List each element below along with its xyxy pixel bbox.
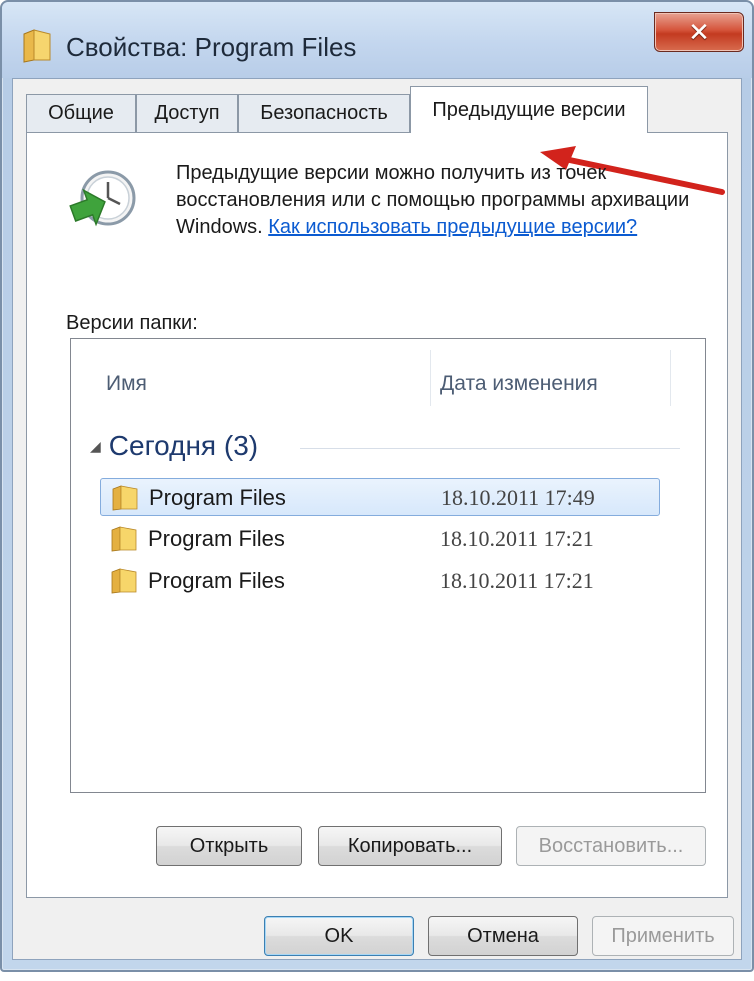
column-header-date[interactable]: Дата изменения xyxy=(440,372,598,396)
cancel-button[interactable]: Отмена xyxy=(428,916,578,956)
group-header-today[interactable]: ◢ Сегодня (3) xyxy=(90,430,258,462)
ok-button[interactable]: OK xyxy=(264,916,414,956)
copy-button[interactable]: Копировать... xyxy=(318,826,502,866)
list-item[interactable]: Program Files 18.10.2011 17:21 xyxy=(100,562,660,600)
close-button[interactable]: ✕ xyxy=(654,12,744,52)
item-date: 18.10.2011 17:21 xyxy=(440,526,594,551)
window-title: Свойства: Program Files xyxy=(66,32,357,62)
tab-security[interactable]: Безопасность xyxy=(238,94,410,132)
restore-button[interactable]: Восстановить... xyxy=(516,826,706,866)
column-divider[interactable] xyxy=(670,350,671,406)
folder-icon xyxy=(111,526,137,552)
column-header-name[interactable]: Имя xyxy=(106,372,147,396)
tab-previous-versions[interactable]: Предыдущие версии xyxy=(410,86,648,133)
tab-general[interactable]: Общие xyxy=(26,94,136,132)
item-name: Program Files xyxy=(148,526,285,551)
collapse-triangle-icon[interactable]: ◢ xyxy=(90,438,101,455)
list-item[interactable]: Program Files 18.10.2011 17:49 xyxy=(100,478,660,516)
open-button[interactable]: Открыть xyxy=(156,826,302,866)
group-divider xyxy=(300,448,680,449)
close-icon: ✕ xyxy=(688,16,710,47)
title-bar[interactable]: Свойства: Program Files ✕ xyxy=(2,2,752,78)
folder-versions-label: Версии папки: xyxy=(66,312,198,334)
apply-button[interactable]: Применить xyxy=(592,916,734,956)
item-date: 18.10.2011 17:49 xyxy=(441,485,595,510)
how-to-use-previous-versions-link[interactable]: Как использовать предыдущие версии? xyxy=(268,216,637,238)
column-divider[interactable] xyxy=(430,350,431,406)
tab-sharing[interactable]: Доступ xyxy=(136,94,238,132)
item-name: Program Files xyxy=(148,568,285,593)
item-date: 18.10.2011 17:21 xyxy=(440,568,594,593)
folder-icon xyxy=(112,485,138,511)
folder-icon xyxy=(23,29,51,63)
info-text: Предыдущие версии можно получить из точе… xyxy=(176,162,690,238)
item-name: Program Files xyxy=(149,485,286,510)
restore-clock-icon xyxy=(69,170,136,227)
list-item[interactable]: Program Files 18.10.2011 17:21 xyxy=(100,520,660,558)
folder-icon xyxy=(111,568,137,594)
